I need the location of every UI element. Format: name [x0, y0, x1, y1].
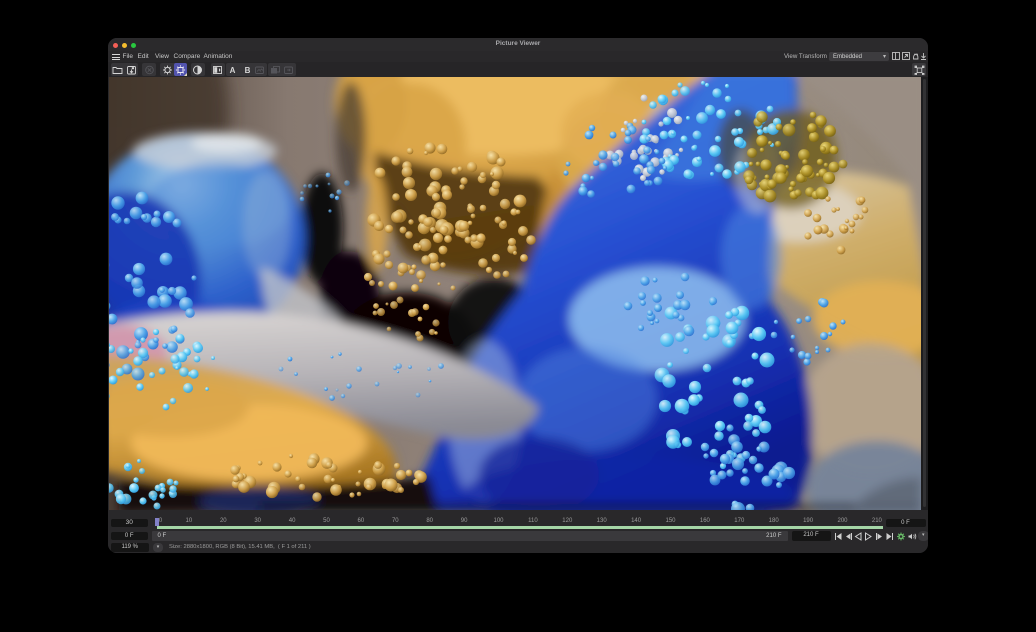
svg-text:B: B — [244, 66, 250, 75]
svg-text:A: A — [230, 66, 236, 75]
